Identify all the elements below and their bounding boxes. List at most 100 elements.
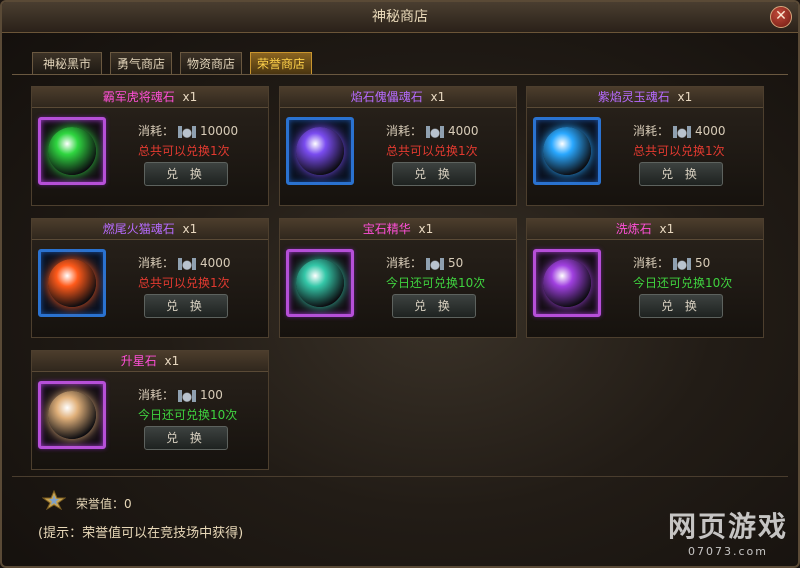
shop-item-card: 宝石精华 x1 消耗： 50 今日还可兑换10次 兑 换 xyxy=(279,218,517,338)
cost-value: 50 xyxy=(448,256,464,270)
cost-value: 10000 xyxy=(200,124,239,138)
mystery-shop-window: 神秘商店 ✕ 神秘黑市 勇气商店 物资商店 荣誉商店 霸军虎将魂石 x1 消耗：… xyxy=(0,0,800,568)
item-quantity: x1 xyxy=(677,90,693,104)
honor-currency-icon xyxy=(176,389,199,402)
honor-currency-icon xyxy=(424,257,447,270)
close-button[interactable]: ✕ xyxy=(770,6,792,28)
cost-value: 4000 xyxy=(200,256,231,270)
cost-value: 50 xyxy=(695,256,711,270)
item-icon-frame[interactable] xyxy=(38,249,106,317)
item-title: 焰石傀儡魂石 x1 xyxy=(280,87,516,108)
item-quantity: x1 xyxy=(182,222,198,236)
item-title: 霸军虎将魂石 x1 xyxy=(32,87,268,108)
honor-currency-icon xyxy=(671,257,694,270)
gem-essence-egg-icon xyxy=(296,259,344,307)
item-title: 宝石精华 x1 xyxy=(280,219,516,240)
item-icon-frame[interactable] xyxy=(533,249,601,317)
item-cost: 消耗： 50 xyxy=(386,254,463,271)
tab-courage-shop[interactable]: 勇气商店 xyxy=(110,52,172,74)
item-icon-frame[interactable] xyxy=(38,381,106,449)
exchange-button[interactable]: 兑 换 xyxy=(639,294,723,318)
close-icon: ✕ xyxy=(775,8,787,24)
window-title: 神秘商店 xyxy=(372,9,428,25)
footer-divider xyxy=(12,476,788,477)
blue-drop-soul-stone-icon xyxy=(543,127,591,175)
cost-value: 4000 xyxy=(448,124,479,138)
item-quantity: x1 xyxy=(164,354,180,368)
fire-soul-stone-icon xyxy=(48,259,96,307)
shop-item-card: 焰石傀儡魂石 x1 消耗： 4000 总共可以兑换1次 兑 换 xyxy=(279,86,517,206)
exchange-button[interactable]: 兑 换 xyxy=(639,162,723,186)
item-name: 霸军虎将魂石 xyxy=(102,90,175,104)
cost-value: 4000 xyxy=(695,124,726,138)
item-title: 紫焰灵玉魂石 x1 xyxy=(527,87,763,108)
exchange-limit: 今日还可兑换10次 xyxy=(138,408,238,422)
watermark-logo-text: 网页游戏 xyxy=(667,510,788,543)
item-quantity: x1 xyxy=(182,90,198,104)
item-name: 燃尾火猫魂石 xyxy=(102,222,175,236)
tab-supplies-shop[interactable]: 物资商店 xyxy=(180,52,242,74)
item-cost: 消耗： 10000 xyxy=(138,122,238,139)
cost-label: 消耗： xyxy=(633,124,670,138)
refining-orb-icon xyxy=(543,259,591,307)
item-quantity: x1 xyxy=(430,90,446,104)
cost-label: 消耗： xyxy=(386,124,423,138)
purple-swirl-soul-stone-icon xyxy=(296,127,344,175)
item-name: 焰石傀儡魂石 xyxy=(350,90,423,104)
item-icon-frame[interactable] xyxy=(533,117,601,185)
cost-value: 100 xyxy=(200,388,223,402)
shop-item-card: 洗炼石 x1 消耗： 50 今日还可兑换10次 兑 换 xyxy=(526,218,764,338)
honor-currency-icon xyxy=(176,257,199,270)
honor-badge-icon xyxy=(42,490,66,510)
item-cost: 消耗： 4000 xyxy=(138,254,231,271)
green-leaf-soul-stone-icon xyxy=(48,127,96,175)
site-watermark: 网页游戏 07073.com xyxy=(668,505,788,558)
item-name: 洗炼石 xyxy=(615,222,652,236)
cost-label: 消耗： xyxy=(138,388,175,402)
hint-text: (提示：荣誉值可以在竞技场中获得) xyxy=(38,526,244,541)
item-title: 升星石 x1 xyxy=(32,351,268,372)
watermark-url: 07073.com xyxy=(688,545,768,558)
honor-currency-icon xyxy=(671,125,694,138)
item-title: 燃尾火猫魂石 x1 xyxy=(32,219,268,240)
tab-divider xyxy=(12,74,788,75)
item-name: 宝石精华 xyxy=(362,222,411,236)
tab-black-market[interactable]: 神秘黑市 xyxy=(32,52,102,74)
item-icon-frame[interactable] xyxy=(38,117,106,185)
exchange-limit: 总共可以兑换1次 xyxy=(386,144,478,158)
star-up-stone-icon xyxy=(48,391,96,439)
item-cost: 消耗： 50 xyxy=(633,254,710,271)
item-cost: 消耗： 100 xyxy=(138,386,223,403)
window-titlebar: 神秘商店 xyxy=(2,2,798,33)
item-cost: 消耗： 4000 xyxy=(386,122,479,139)
exchange-limit: 总共可以兑换1次 xyxy=(138,276,230,290)
honor-currency-icon xyxy=(424,125,447,138)
honor-value: 荣誉值：0 xyxy=(76,497,132,511)
exchange-limit: 总共可以兑换1次 xyxy=(138,144,230,158)
exchange-button[interactable]: 兑 换 xyxy=(392,162,476,186)
cost-label: 消耗： xyxy=(138,256,175,270)
shop-item-card: 霸军虎将魂石 x1 消耗： 10000 总共可以兑换1次 兑 换 xyxy=(31,86,269,206)
exchange-button[interactable]: 兑 换 xyxy=(392,294,476,318)
honor-currency-icon xyxy=(176,125,199,138)
exchange-button[interactable]: 兑 换 xyxy=(144,294,228,318)
item-quantity: x1 xyxy=(659,222,675,236)
shop-item-card: 紫焰灵玉魂石 x1 消耗： 4000 总共可以兑换1次 兑 换 xyxy=(526,86,764,206)
item-cost: 消耗： 4000 xyxy=(633,122,726,139)
exchange-button[interactable]: 兑 换 xyxy=(144,426,228,450)
item-title: 洗炼石 x1 xyxy=(527,219,763,240)
exchange-limit: 总共可以兑换1次 xyxy=(633,144,725,158)
item-name: 紫焰灵玉魂石 xyxy=(597,90,670,104)
exchange-button[interactable]: 兑 换 xyxy=(144,162,228,186)
item-icon-frame[interactable] xyxy=(286,117,354,185)
cost-label: 消耗： xyxy=(633,256,670,270)
item-name: 升星石 xyxy=(120,354,157,368)
item-icon-frame[interactable] xyxy=(286,249,354,317)
item-quantity: x1 xyxy=(418,222,434,236)
exchange-limit: 今日还可兑换10次 xyxy=(633,276,733,290)
tab-honor-shop[interactable]: 荣誉商店 xyxy=(250,52,312,74)
shop-item-card: 燃尾火猫魂石 x1 消耗： 4000 总共可以兑换1次 兑 换 xyxy=(31,218,269,338)
cost-label: 消耗： xyxy=(386,256,423,270)
shop-item-card: 升星石 x1 消耗： 100 今日还可兑换10次 兑 换 xyxy=(31,350,269,470)
exchange-limit: 今日还可兑换10次 xyxy=(386,276,486,290)
